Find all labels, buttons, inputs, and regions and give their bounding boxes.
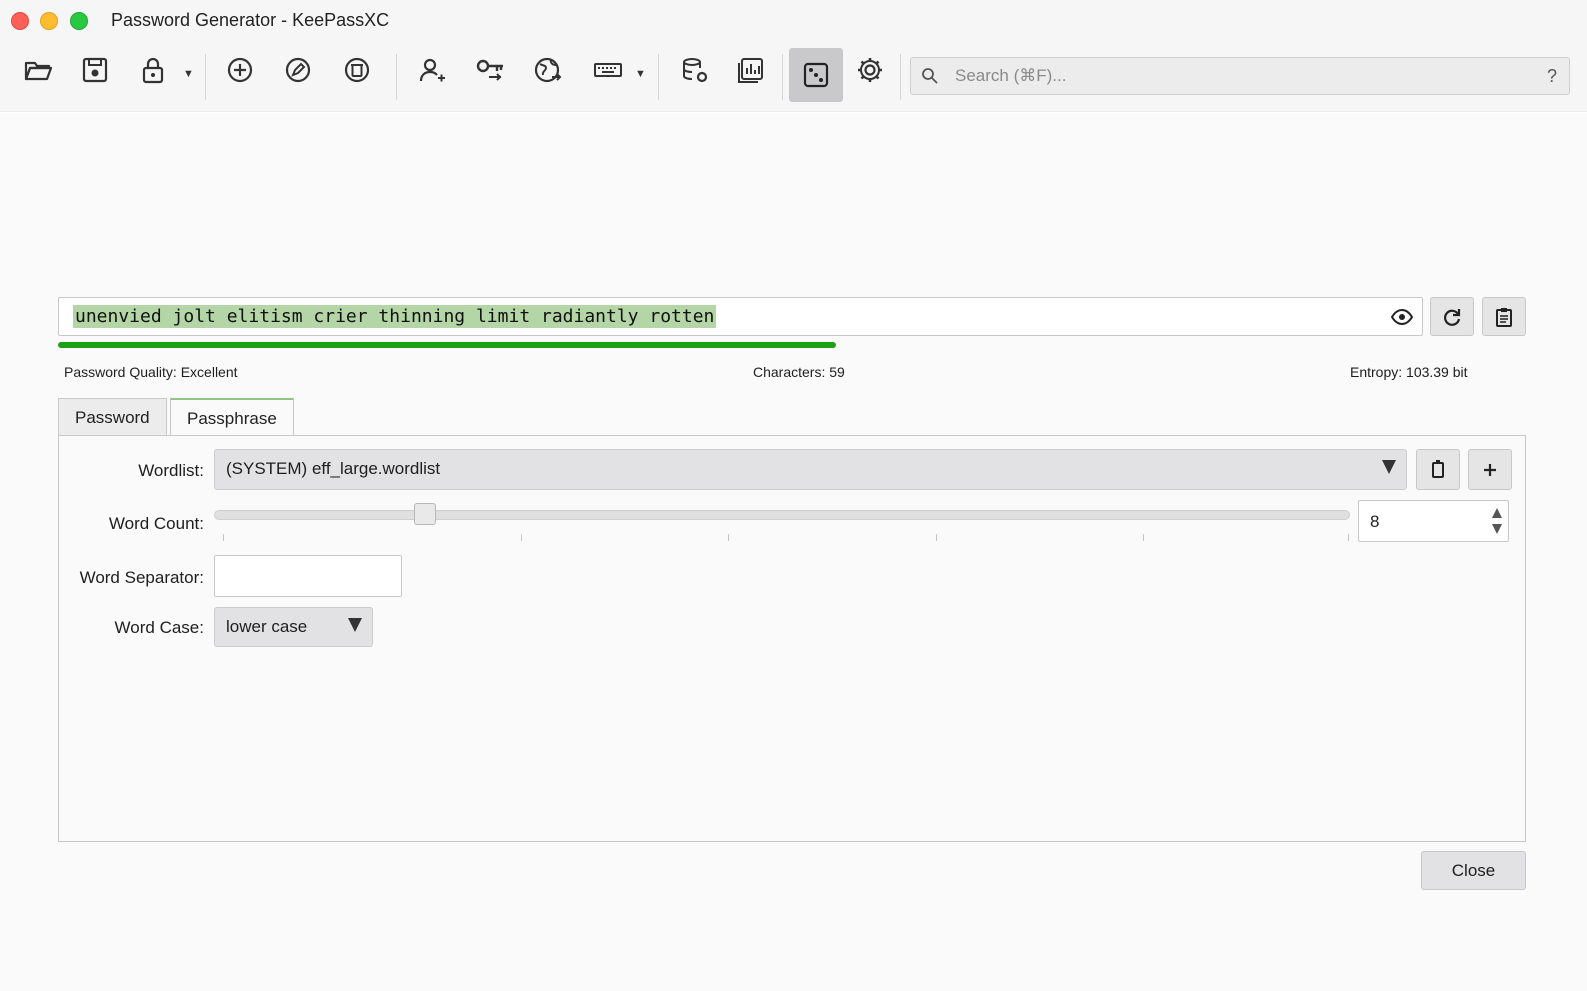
title-bar: Password Generator - KeePassXC bbox=[0, 0, 1587, 42]
toolbar: ▼ ▼ ? bbox=[0, 42, 1587, 112]
characters-count-label: Characters: 59 bbox=[753, 364, 845, 380]
lock-menu-chevron-down-icon[interactable]: ▼ bbox=[183, 68, 194, 80]
database-settings-button[interactable] bbox=[675, 50, 715, 90]
word-count-slider[interactable] bbox=[214, 510, 1350, 520]
slider-tick bbox=[728, 534, 729, 541]
toolbar-divider bbox=[205, 54, 206, 100]
open-database-button[interactable] bbox=[18, 50, 58, 90]
autotype-keyboard-icon bbox=[594, 63, 622, 77]
settings-button[interactable] bbox=[850, 50, 890, 90]
slider-tick bbox=[521, 534, 522, 541]
clipboard-icon bbox=[1496, 307, 1512, 327]
window-minimize-button[interactable] bbox=[40, 12, 58, 30]
slider-tick bbox=[1143, 534, 1144, 541]
chevron-down-icon bbox=[348, 618, 362, 632]
password-generator-panel: unenvied jolt elitism crier thinning lim… bbox=[0, 113, 1587, 991]
search-icon bbox=[922, 68, 938, 84]
database-reports-button[interactable] bbox=[731, 50, 771, 90]
search-help-button[interactable]: ? bbox=[1547, 66, 1557, 87]
slider-tick bbox=[1348, 534, 1349, 541]
settings-gear-icon bbox=[858, 58, 882, 82]
wordlist-select[interactable]: (SYSTEM) eff_large.wordlist bbox=[214, 449, 1407, 490]
add-entry-icon bbox=[227, 57, 253, 83]
copy-password-button[interactable] bbox=[470, 50, 510, 90]
edit-entry-button[interactable] bbox=[278, 50, 318, 90]
save-database-button[interactable] bbox=[75, 50, 115, 90]
toggle-visibility-button[interactable] bbox=[1390, 305, 1414, 329]
add-wordlist-button[interactable] bbox=[1468, 449, 1512, 490]
wordlist-label: Wordlist: bbox=[138, 461, 204, 480]
trash-icon bbox=[1432, 459, 1444, 478]
eye-icon bbox=[1391, 308, 1413, 326]
word-count-label: Word Count: bbox=[108, 514, 204, 533]
tab-passphrase[interactable]: Passphrase bbox=[170, 398, 294, 437]
lock-database-button[interactable] bbox=[133, 50, 173, 90]
password-generator-button[interactable] bbox=[789, 48, 843, 102]
generated-password-text[interactable]: unenvied jolt elitism crier thinning lim… bbox=[73, 305, 717, 328]
open-folder-icon bbox=[24, 61, 53, 81]
lock-icon bbox=[142, 57, 164, 84]
plus-icon bbox=[1484, 463, 1496, 476]
copy-url-button[interactable] bbox=[528, 50, 568, 90]
word-separator-input[interactable] bbox=[214, 555, 402, 597]
slider-tick bbox=[223, 534, 224, 541]
password-generator-icon bbox=[803, 62, 829, 88]
window-title: Password Generator - KeePassXC bbox=[111, 10, 390, 30]
word-count-value: 8 bbox=[1370, 512, 1380, 531]
search-input[interactable] bbox=[955, 64, 1515, 88]
word-case-select[interactable]: lower case bbox=[214, 607, 373, 647]
decrement-arrow-icon[interactable] bbox=[1492, 524, 1502, 534]
regenerate-button[interactable] bbox=[1430, 297, 1474, 336]
autotype-menu-chevron-down-icon[interactable]: ▼ bbox=[635, 68, 646, 80]
refresh-icon bbox=[1444, 308, 1461, 326]
slider-tick bbox=[936, 534, 937, 541]
password-quality-bar bbox=[58, 342, 1526, 348]
toolbar-divider bbox=[782, 54, 783, 100]
wordlist-selected-value: (SYSTEM) eff_large.wordlist bbox=[226, 459, 441, 478]
word-count-slider-handle[interactable] bbox=[413, 503, 436, 525]
autotype-button[interactable] bbox=[588, 50, 628, 90]
delete-entry-icon bbox=[344, 57, 370, 83]
tab-password[interactable]: Password bbox=[58, 398, 167, 436]
chevron-down-icon bbox=[1382, 460, 1396, 474]
password-quality-label: Password Quality: Excellent bbox=[64, 364, 238, 380]
window-close-button[interactable] bbox=[11, 12, 29, 30]
close-button[interactable]: Close bbox=[1421, 851, 1526, 890]
database-settings-icon bbox=[683, 58, 708, 83]
add-entry-button[interactable] bbox=[220, 50, 260, 90]
search-box: ? bbox=[910, 57, 1570, 95]
entropy-label: Entropy: 103.39 bit bbox=[1350, 364, 1468, 380]
delete-wordlist-button[interactable] bbox=[1416, 449, 1460, 490]
word-case-label: Word Case: bbox=[114, 618, 204, 637]
word-count-spinbox[interactable]: 8 bbox=[1358, 500, 1509, 542]
database-reports-icon bbox=[738, 58, 763, 83]
save-icon bbox=[82, 57, 108, 83]
copy-username-icon bbox=[419, 58, 445, 82]
word-separator-label: Word Separator: bbox=[79, 568, 204, 587]
window-zoom-button[interactable] bbox=[70, 12, 88, 30]
word-case-selected-value: lower case bbox=[226, 617, 308, 636]
toolbar-divider bbox=[658, 54, 659, 100]
delete-entry-button[interactable] bbox=[337, 50, 377, 90]
increment-arrow-icon[interactable] bbox=[1492, 508, 1502, 518]
toolbar-divider bbox=[396, 54, 397, 100]
copy-to-clipboard-button[interactable] bbox=[1482, 297, 1526, 336]
edit-entry-icon bbox=[285, 57, 311, 83]
copy-username-button[interactable] bbox=[412, 50, 452, 90]
copy-password-icon bbox=[476, 59, 503, 81]
password-quality-fill bbox=[58, 342, 837, 348]
copy-url-icon bbox=[534, 57, 562, 83]
generated-password-field[interactable]: unenvied jolt elitism crier thinning lim… bbox=[58, 297, 1423, 336]
toolbar-divider bbox=[900, 54, 901, 100]
